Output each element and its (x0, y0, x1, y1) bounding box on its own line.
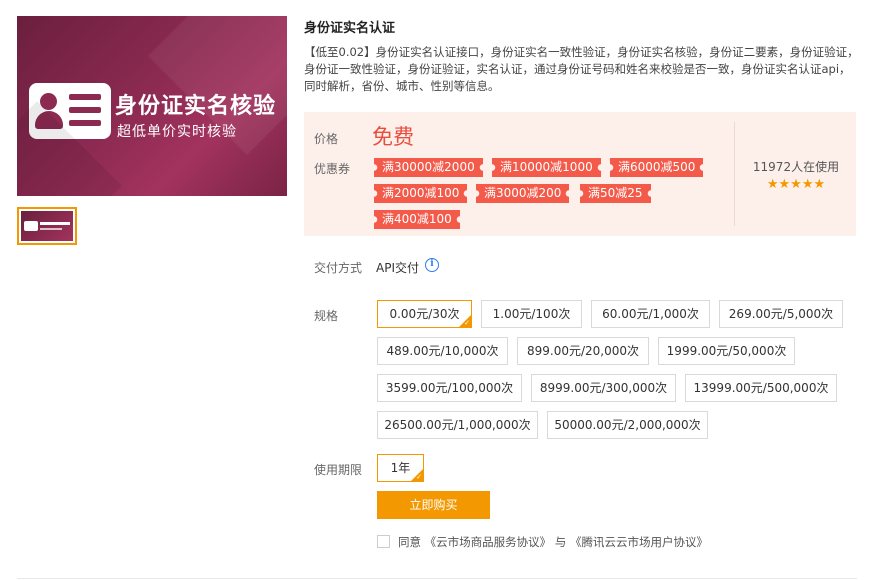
duration-option[interactable]: 1年 ✓ (377, 454, 424, 482)
duration-option-label: 1年 (390, 461, 411, 475)
coupon-tag[interactable]: 满400减100 (374, 210, 460, 229)
price-panel: 价格 免费 优惠券 满30000减2000 满10000减1000 满6000减… (304, 112, 856, 236)
spec-option[interactable]: 50000.00元/2,000,000次 (547, 411, 708, 439)
star-rating: ★★★★★ (766, 177, 826, 192)
coupon-tag[interactable]: 满2000减100 (374, 184, 467, 203)
spec-option[interactable]: 899.00元/20,000次 (517, 337, 649, 365)
agree-checkbox[interactable] (377, 535, 390, 548)
coupon-tag[interactable]: 满10000减1000 (492, 158, 601, 177)
banner-thumbnail[interactable] (17, 207, 77, 245)
spec-option-label: 0.00元/30次 (389, 307, 460, 321)
spec-option[interactable]: 269.00元/5,000次 (719, 300, 843, 328)
spec-option[interactable]: 60.00元/1,000次 (591, 300, 710, 328)
info-icon[interactable]: i (425, 258, 439, 272)
price-value: 免费 (372, 125, 414, 149)
duration-label: 使用期限 (314, 463, 363, 477)
coupon-tag[interactable]: 满30000减2000 (374, 158, 483, 177)
user-count: 11972人在使用 (752, 160, 840, 174)
coupon-tag[interactable]: 满50减25 (580, 184, 651, 203)
buy-now-button[interactable]: 立即购买 (377, 491, 490, 519)
product-description: 【低至0.02】身份证实名认证接口，身份证实名一致性验证，身份证实名核验，身份证… (304, 45, 859, 93)
delivery-value: API交付 (376, 261, 419, 275)
spec-option[interactable]: 489.00元/10,000次 (377, 337, 508, 365)
spec-option[interactable]: 0.00元/30次 ✓ (377, 300, 472, 328)
price-label: 价格 (314, 132, 339, 146)
agreement-text[interactable]: 同意 《云市场商品服务协议》 与 《腾讯云云市场用户协议》 (398, 534, 708, 550)
spec-option[interactable]: 3599.00元/100,000次 (377, 374, 522, 402)
check-icon: ✓ (464, 319, 470, 327)
spec-option[interactable]: 13999.00元/500,000次 (685, 374, 837, 402)
banner-subtitle: 超低单价实时核验 (117, 124, 237, 140)
coupon-tag[interactable]: 满3000减200 (476, 184, 569, 203)
divider (17, 578, 857, 579)
spec-option[interactable]: 8999.00元/300,000次 (531, 374, 676, 402)
product-banner: 身份证实名核验 超低单价实时核验 (17, 16, 287, 196)
spec-option[interactable]: 26500.00元/1,000,000次 (377, 411, 538, 439)
coupon-label: 优惠券 (314, 162, 351, 176)
product-title: 身份证实名认证 (304, 21, 396, 36)
check-icon: ✓ (416, 473, 422, 481)
delivery-label: 交付方式 (314, 261, 363, 275)
spec-option[interactable]: 1999.00元/50,000次 (658, 337, 795, 365)
divider (734, 122, 735, 226)
spec-option[interactable]: 1.00元/100次 (481, 300, 582, 328)
coupon-tag[interactable]: 满6000减500 (610, 158, 703, 177)
id-card-icon (29, 83, 111, 139)
spec-label: 规格 (314, 309, 339, 323)
banner-title: 身份证实名核验 (115, 94, 277, 119)
